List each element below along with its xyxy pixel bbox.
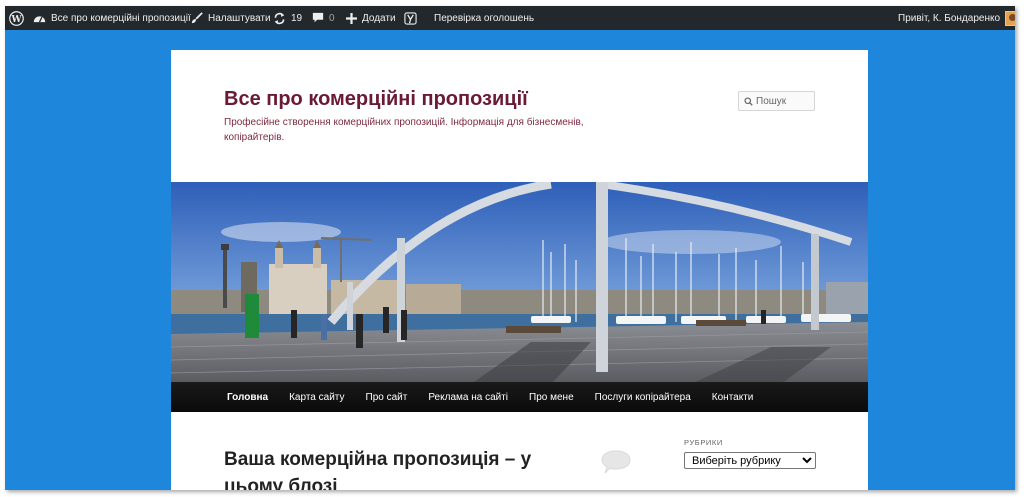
- nav-item-sitemap[interactable]: Карта сайту: [289, 392, 344, 403]
- header-image: [171, 182, 868, 384]
- site-title[interactable]: Все про комерційні пропозиції: [224, 88, 528, 111]
- main-navigation: Головна Карта сайту Про сайт Реклама на …: [171, 382, 868, 412]
- comments-menu[interactable]: 0: [312, 6, 335, 30]
- site-name-menu[interactable]: Все про комерційні пропозиції: [33, 6, 191, 30]
- nav-item-about-me[interactable]: Про мене: [529, 392, 574, 403]
- wordpress-icon: W: [9, 10, 24, 26]
- category-select[interactable]: Виберіть рубрику: [684, 452, 816, 469]
- search-box[interactable]: [738, 91, 815, 111]
- ad-check-label: Перевірка оголошень: [434, 12, 535, 24]
- nav-item-about-site[interactable]: Про сайт: [366, 392, 408, 403]
- brush-icon: [191, 12, 203, 24]
- harbor-panorama-image: [171, 182, 868, 384]
- yoast-menu[interactable]: [404, 6, 417, 30]
- ad-check-menu[interactable]: Перевірка оголошень: [434, 6, 534, 30]
- page: Все про комерційні пропозиції Професійне…: [171, 50, 868, 490]
- greeting-label: Привіт, К. Бондаренко: [898, 12, 1001, 24]
- comment-icon: [312, 12, 324, 23]
- nav-item-advertising[interactable]: Реклама на сайті: [428, 392, 508, 403]
- avatar: [1005, 10, 1015, 26]
- my-account-menu[interactable]: Привіт, К. Бондаренко: [898, 6, 1015, 30]
- search-input[interactable]: [756, 95, 810, 107]
- updates-menu[interactable]: 19: [273, 6, 302, 30]
- nav-item-contacts[interactable]: Контакти: [712, 392, 754, 403]
- post-title[interactable]: Ваша комерційна пропозиція – у цьому бло…: [224, 446, 544, 490]
- site-name-label: Все про комерційні пропозиції: [51, 12, 191, 24]
- add-new-menu[interactable]: Додати: [346, 6, 396, 30]
- browser-viewport: W Все про комерційні пропозиції Налаштув…: [5, 6, 1015, 490]
- updates-count: 19: [291, 12, 303, 24]
- nav-item-home[interactable]: Головна: [227, 392, 268, 403]
- customize-label: Налаштувати: [208, 12, 271, 24]
- nav-item-copywriter-services[interactable]: Послуги копірайтера: [595, 392, 691, 403]
- update-icon: [274, 12, 285, 24]
- dashboard-icon: [33, 16, 46, 23]
- comment-bubble-icon[interactable]: [600, 449, 632, 475]
- search-icon: [744, 96, 753, 106]
- admin-bar: W Все про комерційні пропозиції Налаштув…: [5, 6, 1015, 30]
- add-new-label: Додати: [362, 12, 396, 24]
- customize-menu[interactable]: Налаштувати: [191, 6, 271, 30]
- site-description: Професійне створення комерційних пропози…: [224, 117, 584, 143]
- svg-text:W: W: [10, 14, 22, 24]
- comments-count: 0: [329, 12, 335, 24]
- wp-logo-menu[interactable]: W: [9, 6, 24, 30]
- yoast-icon: [404, 11, 417, 25]
- plus-icon: [346, 12, 357, 24]
- categories-widget-title: РУБРИКИ: [684, 438, 723, 447]
